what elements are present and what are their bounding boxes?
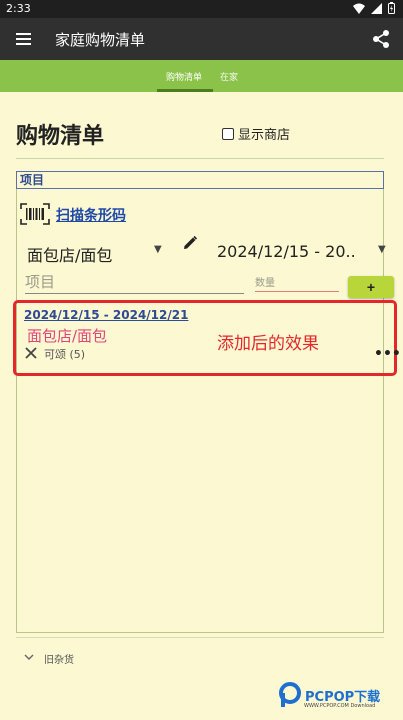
watermark-logo-icon	[279, 682, 301, 707]
add-item-button[interactable]: +	[348, 276, 394, 298]
edit-icon[interactable]	[182, 235, 198, 251]
status-bar: 2:33	[0, 0, 403, 18]
tab-indicator	[157, 89, 213, 92]
items-panel	[16, 171, 384, 633]
quantity-input[interactable]	[255, 276, 339, 292]
menu-icon[interactable]	[14, 29, 34, 49]
more-options-icon[interactable]: •••	[374, 346, 401, 362]
item-name: 可颂 (5)	[44, 348, 86, 361]
section-label: 项目	[16, 171, 384, 189]
watermark: PCPOP下载 WWW.PCPOP.COM Download	[278, 682, 381, 709]
item-input[interactable]	[25, 271, 244, 294]
show-store-checkbox[interactable]	[222, 127, 234, 140]
store-dropdown-arrow-icon[interactable]: ▼	[154, 244, 162, 255]
battery-icon	[388, 2, 395, 14]
tab-shopping-list[interactable]: 购物清单	[166, 70, 202, 83]
app-bar: 家庭购物清单	[0, 18, 403, 60]
item-store-label: 面包店/面包	[27, 327, 108, 345]
bottom-divider	[16, 637, 384, 638]
old-groceries-toggle[interactable]: 旧杂货	[44, 651, 74, 666]
show-store-toggle[interactable]: 显示商店	[222, 124, 290, 143]
close-icon[interactable]	[24, 346, 38, 360]
wifi-icon	[353, 3, 365, 14]
tab-bar: 购物清单 在家	[0, 60, 403, 92]
share-icon[interactable]	[371, 29, 391, 49]
date-dropdown-arrow-icon[interactable]: ▼	[378, 244, 386, 255]
chevron-down-icon[interactable]	[24, 652, 34, 662]
watermark-text: PCPOP下载	[305, 689, 381, 705]
page-title: 购物清单	[16, 124, 105, 149]
store-select[interactable]: 面包店/面包	[27, 242, 112, 266]
item-date-range-link[interactable]: 2024/12/15 - 2024/12/21	[24, 308, 188, 322]
date-range-select[interactable]: 2024/12/15 - 20..	[217, 242, 356, 261]
annotation-text: 添加后的效果	[217, 334, 319, 354]
watermark-subtext: WWW.PCPOP.COM Download	[304, 703, 376, 709]
show-store-label: 显示商店	[238, 128, 291, 143]
tab-at-home[interactable]: 在家	[220, 70, 238, 83]
status-time: 2:33	[6, 2, 31, 15]
barcode-icon[interactable]	[20, 203, 50, 225]
scan-barcode-link[interactable]: 扫描条形码	[56, 205, 126, 225]
signal-icon	[371, 2, 382, 14]
title-divider	[16, 158, 384, 159]
app-title: 家庭购物清单	[55, 31, 146, 49]
status-icons	[353, 2, 395, 14]
